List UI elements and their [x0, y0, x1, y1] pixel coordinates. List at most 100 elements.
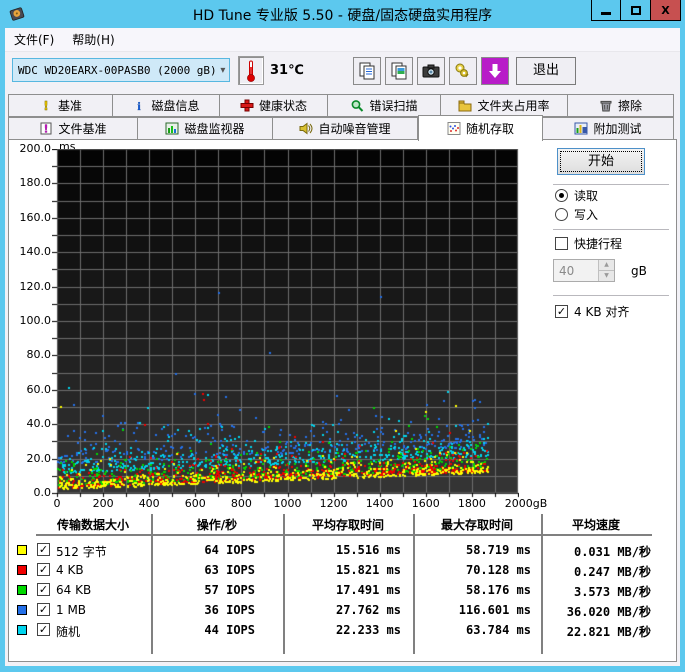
maximize-icon: [630, 5, 641, 15]
tab-label: 错误扫描: [369, 99, 418, 113]
series-checkbox[interactable]: ✓: [37, 563, 50, 576]
short-stroke-label: 快捷行程: [574, 237, 623, 251]
write-radio-row[interactable]: 写入: [555, 206, 598, 223]
copy-image-button[interactable]: [385, 57, 413, 85]
series-checkbox[interactable]: ✓: [37, 583, 50, 596]
cell-avg-speed: 0.031 MB/秒: [573, 545, 651, 559]
spinner-down-icon[interactable]: ▼: [599, 270, 614, 281]
align-row[interactable]: ✓ 4 KB 对齐: [555, 303, 629, 320]
tab-label: 自动噪音管理: [318, 122, 391, 136]
cell-avg-speed: 3.573 MB/秒: [573, 585, 651, 599]
download-arrow-icon: [489, 64, 501, 78]
copy-text-button[interactable]: [353, 57, 381, 85]
cell-max-access: 58.719 ms: [465, 543, 531, 557]
series-checkbox[interactable]: ✓: [37, 543, 50, 556]
y-axis-label: 80.0: [26, 348, 52, 362]
y-axis-label: 120.0: [19, 279, 52, 293]
maximize-button[interactable]: [621, 0, 651, 21]
table-header: 平均存取时间: [311, 518, 384, 532]
cell-max-access: 116.601 ms: [458, 603, 531, 617]
y-axis-label: 180.0: [19, 176, 52, 190]
temperature-button[interactable]: [238, 56, 264, 85]
short-stroke-unit: gB: [631, 264, 647, 278]
drive-select[interactable]: WDC WD20EARX-00PASB0 (2000 gB) ▾: [12, 58, 230, 82]
write-radio[interactable]: [555, 208, 568, 221]
series-label: 64 KB: [56, 583, 92, 597]
tab-label: 随机存取: [465, 122, 514, 136]
close-button[interactable]: X: [651, 0, 681, 21]
tab-extra-tests[interactable]: 附加测试: [543, 117, 674, 140]
exit-button[interactable]: 退出: [516, 57, 576, 85]
read-radio-label: 读取: [574, 189, 599, 203]
short-stroke-spinner[interactable]: 40 ▲ ▼: [553, 259, 615, 282]
keys-button[interactable]: [449, 57, 477, 85]
table-row: ✓ 512 字节 64 IOPS 15.516 ms 58.719 ms 0.031 MB…: [9, 542, 678, 559]
spinner-up-icon[interactable]: ▲: [599, 260, 614, 270]
y-axis-label: 40.0: [26, 417, 52, 431]
x-axis-label: 1800: [457, 497, 486, 510]
random-access-chart: [52, 149, 519, 499]
series-checkbox[interactable]: ✓: [37, 603, 50, 616]
table-row: ✓ 4 KB 63 IOPS 15.821 ms 70.128 ms 0.247 MB/秒: [9, 562, 678, 579]
tab-error-scan[interactable]: 错误扫描: [328, 94, 441, 117]
table-row: ✓ 随机 44 IOPS 22.233 ms 63.784 ms 22.821 MB/秒: [9, 622, 678, 639]
short-stroke-row[interactable]: 快捷行程: [555, 235, 622, 252]
y-axis-label: 60.0: [26, 382, 52, 396]
align-4kb-checkbox[interactable]: ✓: [555, 305, 568, 318]
client-area: 文件(F) 帮助(H) WDC WD20EARX-00PASB0 (2000 g…: [5, 28, 680, 666]
drive-select-value: WDC WD20EARX-00PASB0 (2000 gB): [18, 63, 217, 77]
tab-health[interactable]: 健康状态: [220, 94, 328, 117]
start-button[interactable]: 开始: [557, 148, 645, 175]
tab-disk-monitor[interactable]: 磁盘监视器: [138, 117, 273, 140]
bar-monitor-icon: [165, 122, 179, 135]
table-row: ✓ 64 KB 57 IOPS 17.491 ms 58.176 ms 3.573 MB/…: [9, 582, 678, 599]
cell-avg-access: 22.233 ms: [335, 623, 401, 637]
lightning-icon: !: [39, 99, 53, 113]
cell-avg-access: 15.516 ms: [335, 543, 401, 557]
separator: [553, 184, 669, 185]
trash-icon: [599, 99, 613, 112]
cell-iops: 64 IOPS: [204, 543, 255, 557]
tab-label: 附加测试: [593, 122, 642, 136]
short-stroke-checkbox[interactable]: [555, 237, 568, 250]
info-icon: i: [132, 99, 146, 113]
minimize-button[interactable]: [591, 0, 621, 21]
update-button[interactable]: [481, 57, 509, 85]
tab-random-access[interactable]: 随机存取: [418, 115, 543, 141]
read-radio[interactable]: [555, 189, 568, 202]
temperature-value: 31℃: [270, 63, 304, 78]
tab-row-2: ! 文件基准 磁盘监视器 自动噪音管理 随机存取 附加测试: [8, 115, 677, 141]
file-lightning-icon: !: [39, 122, 53, 136]
tab-label: 健康状态: [258, 99, 307, 113]
y-axis-label: 200.0: [19, 142, 52, 155]
tab-label: 擦除: [617, 99, 642, 113]
screenshot-button[interactable]: [417, 57, 445, 85]
y-axis-label: 160.0: [19, 210, 52, 224]
series-color-swatch: [17, 625, 27, 635]
tab-label: 文件夹占用率: [477, 99, 550, 113]
close-icon: X: [661, 3, 670, 17]
tab-disk-info[interactable]: i 磁盘信息: [113, 94, 220, 117]
tab-folder-usage[interactable]: 文件夹占用率: [441, 94, 568, 117]
read-radio-row[interactable]: 读取: [555, 187, 598, 204]
tab-file-benchmark[interactable]: ! 文件基准: [8, 117, 138, 140]
cell-iops: 44 IOPS: [204, 623, 255, 637]
tab-benchmark[interactable]: ! 基准: [8, 94, 113, 117]
y-axis-label: 20.0: [26, 451, 52, 465]
cell-iops: 36 IOPS: [204, 603, 255, 617]
window-title: HD Tune 专业版 5.50 - 硬盘/固态硬盘实用程序: [192, 8, 493, 24]
menu-help[interactable]: 帮助(H): [63, 28, 123, 51]
tab-aam[interactable]: 自动噪音管理: [273, 117, 418, 140]
tab-row-1: ! 基准 i 磁盘信息 健康状态 错误扫描 文件夹占用率 擦除: [8, 94, 677, 117]
write-radio-label: 写入: [574, 208, 599, 222]
scatter-icon: [447, 122, 461, 135]
cell-avg-speed: 22.821 MB/秒: [566, 625, 651, 639]
cell-max-access: 70.128 ms: [465, 563, 531, 577]
y-axis-label: 100.0: [19, 314, 52, 327]
series-color-swatch: [17, 545, 27, 555]
menu-file[interactable]: 文件(F): [5, 28, 63, 51]
minimize-icon: [601, 11, 611, 15]
series-checkbox[interactable]: ✓: [37, 623, 50, 636]
tab-erase[interactable]: 擦除: [568, 94, 674, 117]
series-label: 1 MB: [56, 603, 87, 617]
